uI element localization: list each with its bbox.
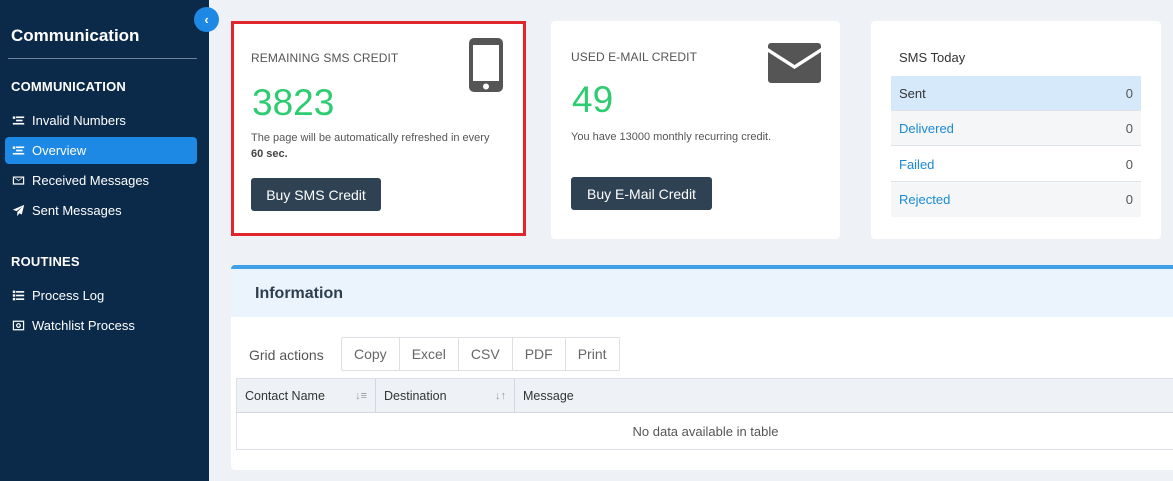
buy-email-credit-button[interactable]: Buy E-Mail Credit (571, 177, 712, 210)
mobile-phone-icon (469, 38, 503, 92)
column-header-label: Destination (384, 389, 447, 403)
sort-desc-icon: ↓≡ (355, 390, 367, 402)
sms-today-card: SMS Today Sent 0 Delivered 0 Failed 0 Re… (871, 21, 1161, 239)
column-header-label: Contact Name (245, 389, 325, 403)
empty-table-message: No data available in table (632, 424, 779, 439)
sms-today-row-value: 0 (1125, 192, 1133, 207)
sms-today-row-label: Sent (899, 85, 926, 101)
print-button[interactable]: Print (566, 338, 619, 370)
refresh-note: The page will be automatically refreshed… (251, 130, 501, 162)
refresh-interval: 60 sec. (251, 148, 288, 160)
rejected-link[interactable]: Rejected (899, 192, 950, 207)
camera-icon (11, 319, 25, 333)
sms-credit-value: 3823 (252, 82, 335, 123)
copy-button[interactable]: Copy (342, 338, 400, 370)
sidebar-item-process-log[interactable]: Process Log (5, 282, 197, 309)
section-title-communication: COMMUNICATION (11, 79, 127, 94)
email-credit-value: 49 (572, 79, 614, 120)
data-table: Contact Name ↓≡ Destination ↓↑ Message N… (236, 378, 1173, 450)
chevron-left-icon: ‹ (204, 12, 209, 27)
grid-action-buttons: Copy Excel CSV PDF Print (341, 337, 620, 371)
email-credit-card: USED E-MAIL CREDIT 49 You have 13000 mon… (551, 21, 840, 239)
sms-today-row-delivered: Delivered 0 (891, 111, 1141, 146)
sms-today-row-failed: Failed 0 (891, 147, 1141, 182)
buy-sms-credit-button[interactable]: Buy SMS Credit (251, 178, 381, 211)
section-title-routines: ROUTINES (11, 254, 80, 269)
column-header-destination[interactable]: Destination ↓↑ (376, 379, 515, 413)
sms-credit-card: REMAINING SMS CREDIT 3823 The page will … (231, 21, 526, 236)
column-header-message[interactable]: Message (515, 379, 1173, 413)
excel-button[interactable]: Excel (400, 338, 459, 370)
sms-today-row-rejected: Rejected 0 (891, 182, 1141, 217)
sidebar-item-received-messages[interactable]: Received Messages (5, 167, 197, 194)
column-header-label: Message (523, 389, 574, 403)
sidebar-item-label: Invalid Numbers (32, 113, 126, 128)
envelope-icon (768, 43, 821, 83)
envelope-icon (11, 174, 25, 188)
recurring-credit-note: You have 13000 monthly recurring credit. (571, 131, 772, 143)
information-header: Information (231, 269, 1173, 317)
column-header-contact-name[interactable]: Contact Name ↓≡ (237, 379, 376, 413)
list-icon (11, 114, 25, 128)
sidebar-collapse-button[interactable]: ‹ (194, 7, 219, 32)
sms-today-row-value: 0 (1125, 156, 1133, 172)
sidebar-item-label: Process Log (32, 288, 105, 303)
sidebar-item-overview[interactable]: Overview (5, 137, 197, 164)
sidebar-item-label: Received Messages (32, 173, 150, 188)
sms-today-row-value: 0 (1125, 85, 1133, 101)
information-title: Information (255, 285, 343, 302)
sms-today-row-value: 0 (1125, 120, 1133, 136)
sidebar-item-label: Watchlist Process (32, 318, 135, 333)
sidebar-item-label: Sent Messages (32, 203, 122, 218)
delivered-link[interactable]: Delivered (899, 121, 954, 136)
title-divider (8, 58, 197, 59)
sms-today-row-sent: Sent 0 (891, 76, 1141, 111)
sidebar-item-invalid-numbers[interactable]: Invalid Numbers (5, 107, 197, 134)
sidebar-item-watchlist-process[interactable]: Watchlist Process (5, 312, 197, 339)
grid-actions-label: Grid actions (249, 347, 324, 363)
sidebar-item-sent-messages[interactable]: Sent Messages (5, 197, 197, 224)
failed-link[interactable]: Failed (899, 157, 934, 172)
sort-icon: ↓↑ (495, 390, 506, 402)
list-ol-icon (11, 289, 25, 303)
csv-button[interactable]: CSV (459, 338, 513, 370)
email-credit-label: USED E-MAIL CREDIT (571, 50, 698, 64)
sms-today-title: SMS Today (899, 50, 966, 65)
refresh-note-text: The page will be automatically refreshed… (251, 132, 490, 144)
sms-credit-label: REMAINING SMS CREDIT (251, 51, 399, 65)
table-header: Contact Name ↓≡ Destination ↓↑ Message (237, 379, 1173, 413)
sidebar-item-label: Overview (32, 143, 87, 158)
app-title: Communication (11, 26, 140, 45)
information-panel: Information Grid actions Copy Excel CSV … (231, 265, 1173, 470)
sidebar: Communication COMMUNICATION Invalid Numb… (0, 0, 209, 481)
list-icon (11, 144, 25, 158)
paper-plane-icon (11, 204, 25, 218)
pdf-button[interactable]: PDF (513, 338, 566, 370)
